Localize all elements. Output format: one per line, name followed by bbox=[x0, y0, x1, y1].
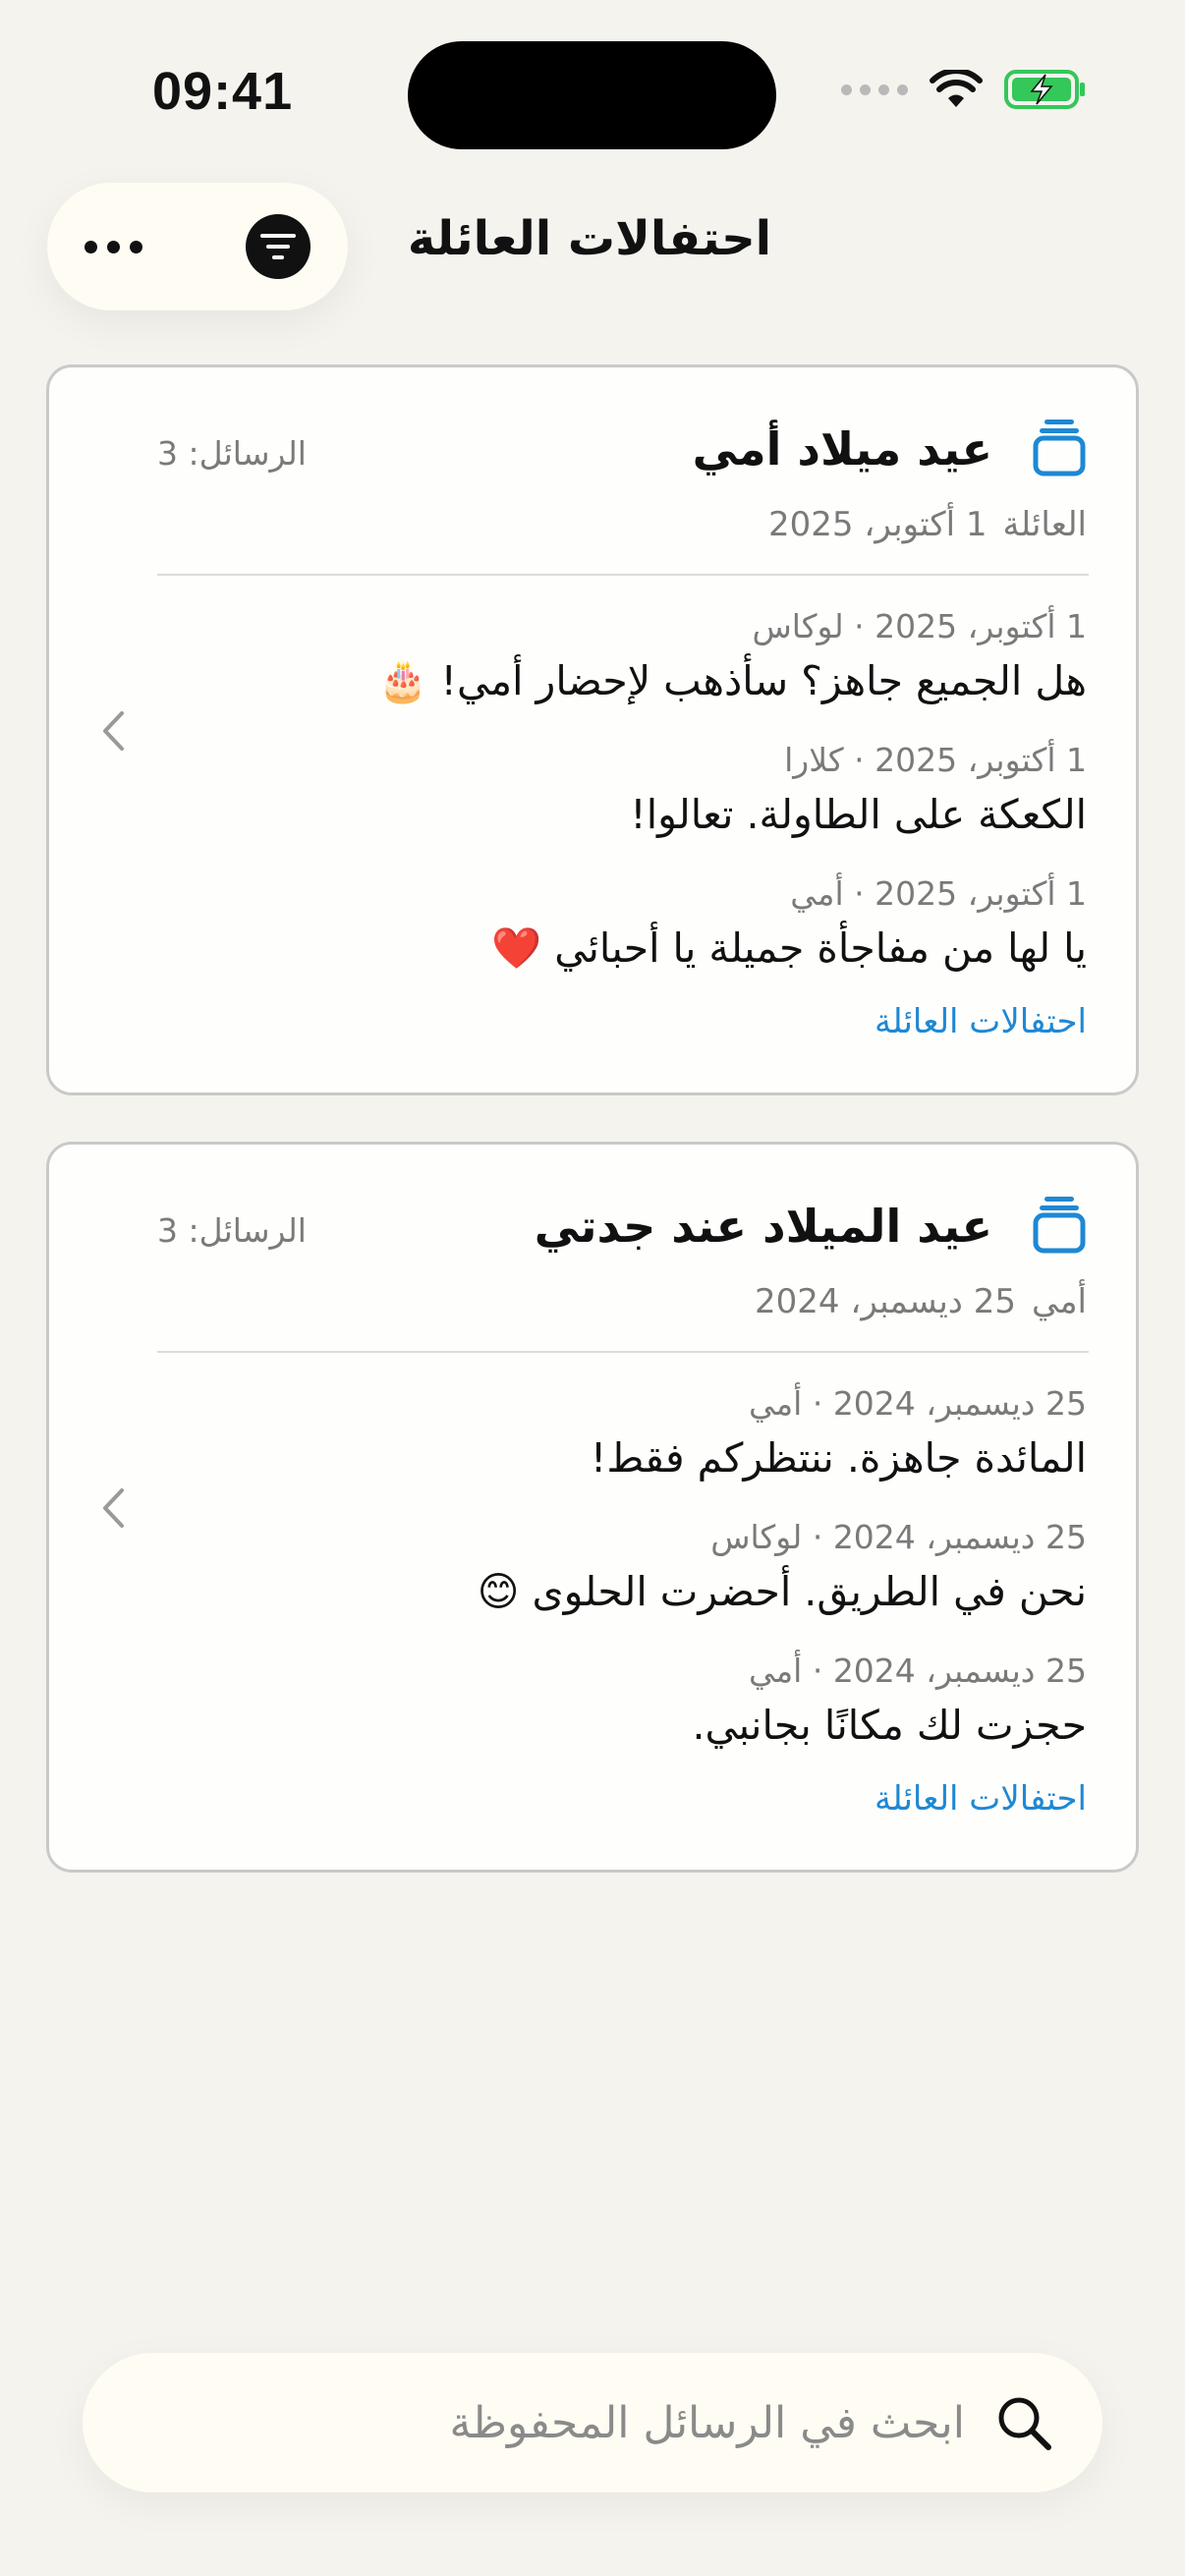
conversation-card[interactable]: عيد ميلاد أمي الرسائل: 3 العائلة 1 أكتوبر… bbox=[46, 364, 1139, 1095]
battery-charging-icon bbox=[1004, 70, 1085, 109]
card-group: أمي bbox=[1032, 1282, 1087, 1321]
status-icons bbox=[841, 69, 1087, 110]
collection-link[interactable]: احتفالات العائلة bbox=[875, 1002, 1087, 1041]
search-input[interactable]: ابحث في الرسائل المحفوظة bbox=[449, 2398, 965, 2448]
card-date: 25 ديسمبر، 2024 bbox=[755, 1282, 1016, 1321]
message-item: 1 أكتوبر، 2025 · لوكاس هل الجميع جاهز؟ س… bbox=[157, 603, 1087, 737]
dynamic-island bbox=[408, 41, 776, 149]
filter-icon bbox=[260, 234, 296, 259]
stack-icon bbox=[1033, 1197, 1086, 1254]
search-icon bbox=[998, 2397, 1051, 2450]
card-group: العائلة bbox=[1002, 505, 1087, 544]
status-time: 09:41 bbox=[152, 62, 294, 121]
divider bbox=[157, 1351, 1089, 1353]
message-list: 25 ديسمبر، 2024 · أمي المائدة جاهزة. ننت… bbox=[157, 1380, 1087, 1781]
more-icon[interactable] bbox=[85, 240, 142, 253]
filter-button[interactable] bbox=[246, 214, 310, 279]
card-header: عيد الميلاد عند جدتي الرسائل: 3 bbox=[157, 1196, 1087, 1264]
header-actions-pill bbox=[47, 183, 348, 310]
message-item: 25 ديسمبر، 2024 · أمي المائدة جاهزة. ننت… bbox=[157, 1380, 1087, 1514]
card-title: عيد ميلاد أمي bbox=[692, 422, 992, 476]
message-text: حجزت لك مكانًا بجانبي. bbox=[692, 1702, 1087, 1749]
card-date: 1 أكتوبر، 2025 bbox=[768, 505, 988, 544]
conversation-card[interactable]: عيد الميلاد عند جدتي الرسائل: 3 أمي 25 دي… bbox=[46, 1142, 1139, 1873]
message-text: نحن في الطريق. أحضرت الحلوى 😊 bbox=[477, 1568, 1087, 1615]
cellular-signal-icon bbox=[841, 84, 908, 95]
card-meta: العائلة 1 أكتوبر، 2025 bbox=[768, 505, 1087, 544]
collection-link[interactable]: احتفالات العائلة bbox=[875, 1779, 1087, 1819]
message-text: يا لها من مفاجأة جميلة يا أحبائي ❤️ bbox=[491, 924, 1087, 972]
message-meta: 1 أكتوبر، 2025 · كلارا bbox=[784, 741, 1087, 779]
chevron-left-icon[interactable] bbox=[100, 709, 126, 753]
card-meta: أمي 25 ديسمبر، 2024 bbox=[755, 1282, 1087, 1321]
screen: 09:41 احتفالات العائلة عيد ميلاد أمي الر… bbox=[0, 0, 1185, 2576]
card-header: عيد ميلاد أمي الرسائل: 3 bbox=[157, 419, 1087, 487]
message-meta: 1 أكتوبر، 2025 · لوكاس bbox=[752, 607, 1087, 645]
message-item: 25 ديسمبر، 2024 · أمي حجزت لك مكانًا بجا… bbox=[157, 1648, 1087, 1781]
message-count: الرسائل: 3 bbox=[157, 434, 307, 473]
message-meta: 25 ديسمبر، 2024 · أمي bbox=[748, 1652, 1087, 1690]
stack-icon bbox=[1033, 420, 1086, 476]
message-text: الكعكة على الطاولة. تعالوا! bbox=[630, 791, 1087, 838]
chevron-left-icon[interactable] bbox=[100, 1486, 126, 1530]
page-title: احتفالات العائلة bbox=[407, 211, 772, 266]
message-item: 25 ديسمبر، 2024 · لوكاس نحن في الطريق. أ… bbox=[157, 1514, 1087, 1648]
message-item: 1 أكتوبر، 2025 · أمي يا لها من مفاجأة جم… bbox=[157, 870, 1087, 1004]
card-title: عيد الميلاد عند جدتي bbox=[534, 1200, 992, 1253]
message-text: هل الجميع جاهز؟ سأذهب لإحضار أمي! 🎂 bbox=[377, 657, 1087, 704]
message-meta: 1 أكتوبر، 2025 · أمي bbox=[790, 874, 1087, 913]
message-count: الرسائل: 3 bbox=[157, 1211, 307, 1250]
message-list: 1 أكتوبر، 2025 · لوكاس هل الجميع جاهز؟ س… bbox=[157, 603, 1087, 1004]
divider bbox=[157, 574, 1089, 576]
message-text: المائدة جاهزة. ننتظركم فقط! bbox=[590, 1434, 1087, 1482]
search-bar[interactable]: ابحث في الرسائل المحفوظة bbox=[83, 2353, 1102, 2492]
message-item: 1 أكتوبر، 2025 · كلارا الكعكة على الطاول… bbox=[157, 737, 1087, 870]
message-meta: 25 ديسمبر، 2024 · أمي bbox=[748, 1384, 1087, 1423]
wifi-icon bbox=[930, 70, 983, 107]
message-meta: 25 ديسمبر، 2024 · لوكاس bbox=[710, 1518, 1087, 1556]
